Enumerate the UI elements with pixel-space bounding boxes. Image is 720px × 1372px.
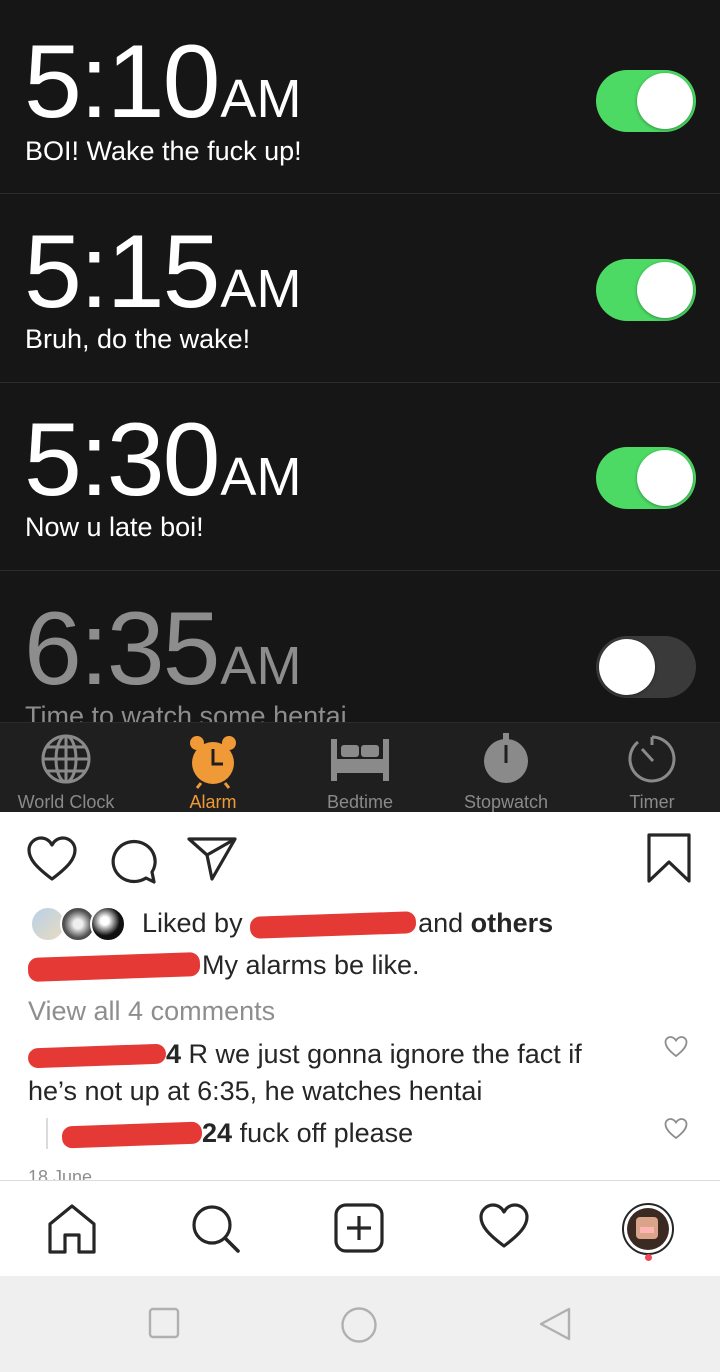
tab-bedtime: Bedtime (288, 723, 432, 812)
stopwatch-icon (484, 733, 528, 783)
new-post-plus-icon[interactable] (334, 1203, 384, 1253)
search-icon[interactable] (190, 1203, 242, 1255)
profile-avatar[interactable] (622, 1203, 674, 1255)
liker-avatar (90, 906, 126, 942)
alarm-toggle-on (596, 447, 696, 509)
alarm-clock-icon (190, 736, 236, 789)
alarm-time: 5:15AM (24, 214, 302, 330)
post-image-alarm-screenshot[interactable]: 5:10AM BOI! Wake the fuck up! 5:15AM Bru… (0, 0, 720, 812)
commenter-handle-visible[interactable]: 4 (166, 1039, 181, 1069)
home-circle-icon[interactable] (340, 1306, 378, 1344)
alarm-toggle-off (596, 636, 696, 698)
post-date: 18 June (28, 1167, 93, 1180)
alarm-row: 5:15AM Bruh, do the wake! (0, 190, 720, 378)
comment-bubble-icon[interactable] (108, 836, 158, 884)
system-navigation-bar (0, 1276, 720, 1372)
alarm-time: 5:30AM (24, 402, 302, 518)
reply-text: fuck off please (239, 1118, 414, 1148)
redacted-poster-username[interactable] (27, 951, 201, 982)
home-icon[interactable] (47, 1203, 97, 1255)
avatar (627, 1208, 669, 1250)
clock-tab-bar: World Clock Alarm Bedtime Stopwatch Time… (0, 722, 720, 812)
redacted-username[interactable] (249, 910, 417, 939)
tab-timer: Timer (580, 723, 720, 812)
instagram-post-screen: 5:10AM BOI! Wake the fuck up! 5:15AM Bru… (0, 0, 720, 1372)
bottom-navigation (0, 1180, 720, 1276)
like-heart-icon[interactable] (26, 836, 78, 882)
alarm-toggle-on (596, 70, 696, 132)
redacted-reply-username[interactable] (61, 1121, 203, 1149)
tab-stopwatch: Stopwatch (434, 723, 578, 812)
comment-reply: 24 fuck off please (46, 1118, 413, 1149)
notification-dot (645, 1254, 652, 1261)
alarm-toggle-on (596, 259, 696, 321)
timer-icon (628, 735, 676, 783)
bed-icon (331, 739, 389, 781)
post-action-bar (0, 830, 720, 886)
tab-alarm: Alarm (141, 723, 285, 812)
comment-like-heart-icon[interactable] (664, 1036, 688, 1058)
alarm-label: Bruh, do the wake! (25, 324, 251, 354)
activity-heart-icon[interactable] (478, 1203, 530, 1249)
alarm-label: BOI! Wake the fuck up! (25, 136, 302, 166)
likes-others-link[interactable]: others (471, 908, 554, 938)
recents-square-icon[interactable] (148, 1306, 180, 1340)
back-triangle-icon[interactable] (538, 1306, 572, 1342)
alarm-time: 6:35AM (24, 591, 302, 707)
alarm-time: 5:10AM (24, 24, 302, 140)
tab-world-clock: World Clock (0, 723, 138, 812)
redacted-commenter-username[interactable] (27, 1043, 167, 1069)
liked-by-row[interactable]: Liked by and others (30, 904, 690, 944)
reply-like-heart-icon[interactable] (664, 1118, 688, 1140)
post-caption: My alarms be like. (27, 950, 420, 982)
liked-by-text: Liked by and others (142, 908, 554, 939)
view-all-comments-link[interactable]: View all 4 comments (28, 996, 275, 1027)
alarm-label: Now u late boi! (25, 512, 204, 542)
share-paper-plane-icon[interactable] (186, 836, 238, 882)
alarm-row: 5:30AM Now u late boi! (0, 378, 720, 566)
comment: 4 R we just gonna ignore the fact if he’… (27, 1036, 628, 1110)
globe-icon (41, 734, 91, 784)
reply-handle-visible[interactable]: 24 (202, 1118, 232, 1148)
save-bookmark-icon[interactable] (646, 832, 692, 884)
alarm-row: 5:10AM BOI! Wake the fuck up! (0, 0, 720, 188)
